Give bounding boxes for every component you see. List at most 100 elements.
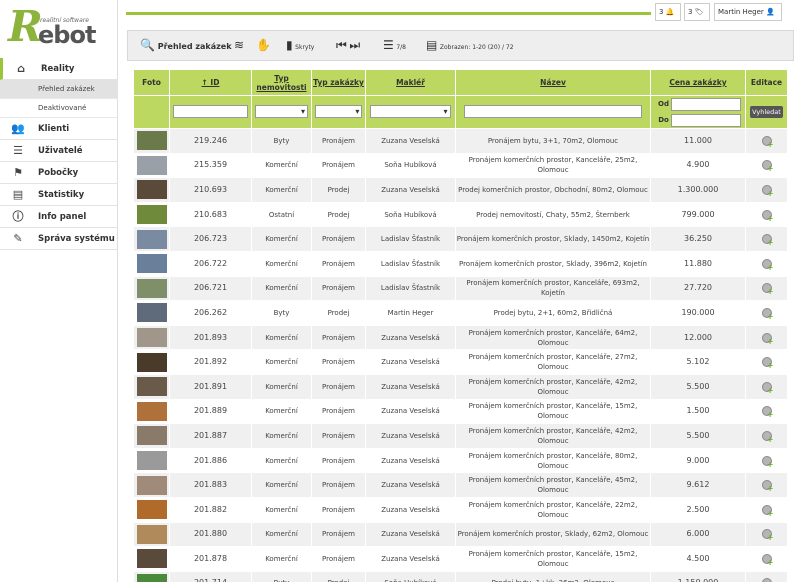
- edit-icon[interactable]: [761, 283, 774, 296]
- sidebar-item-pobocky[interactable]: ⚑ Pobočky: [0, 162, 118, 184]
- user-menu[interactable]: Martin Heger 👤: [714, 3, 782, 21]
- edit-icon[interactable]: [761, 184, 774, 198]
- filter-typ-select[interactable]: [254, 104, 309, 118]
- edit-icon[interactable]: [761, 307, 774, 321]
- cell-photo: [133, 546, 170, 572]
- listing-thumbnail[interactable]: [136, 377, 167, 397]
- listing-thumbnail[interactable]: [136, 524, 167, 544]
- sort-typ-link[interactable]: Typ nemovitosti: [256, 74, 306, 92]
- listing-thumbnail[interactable]: [136, 328, 167, 348]
- edit-icon[interactable]: [761, 578, 772, 582]
- col-header-makler[interactable]: Makléř: [365, 69, 456, 96]
- listing-thumbnail[interactable]: [136, 573, 167, 582]
- notifications-button[interactable]: 3 🔔: [655, 3, 681, 21]
- sidebar-item-sprava[interactable]: ✎ Správa systému: [0, 228, 118, 250]
- sort-cena-link[interactable]: Cena zakázky: [669, 78, 726, 87]
- table-row[interactable]: 210.693 Komerční Prodej Zuzana Veselská Prod…: [133, 177, 788, 203]
- table-row[interactable]: 210.683 Ostatní Prodej Soňa Hubíková Prodej …: [133, 201, 788, 228]
- listing-thumbnail[interactable]: [136, 155, 167, 175]
- col-header-nazev[interactable]: Název: [455, 69, 651, 96]
- price-from-input[interactable]: [670, 97, 741, 111]
- table-row[interactable]: 206.722 Komerční Pronájem Ladislav Šťastník…: [133, 250, 788, 277]
- price-to-input[interactable]: [670, 113, 741, 127]
- table-row[interactable]: 201.889 Komerční Pronájem Zuzana Veselská Pr…: [133, 398, 788, 425]
- table-row[interactable]: 201.892 Komerční Pronájem Zuzana Veselská Pr…: [133, 349, 788, 375]
- table-row[interactable]: 201.878 Komerční Pronájem Zuzana Veselská Pr…: [133, 546, 788, 572]
- edit-icon[interactable]: [761, 480, 774, 493]
- table-row[interactable]: 201.714BytyProdejSoňa HubíkováProdej byt…: [133, 570, 788, 582]
- cell-typ: Komerční: [251, 349, 312, 375]
- fingerprint-icon[interactable]: ✋: [256, 31, 271, 60]
- filter-nazev-input[interactable]: [463, 104, 643, 118]
- filter-id-input[interactable]: [173, 104, 248, 118]
- table-row[interactable]: 219.246 Byty Pronájem Zuzana Veselská Pronáj…: [133, 128, 788, 154]
- table-row[interactable]: 201.893 Komerční Pronájem Zuzana Veselská Pr…: [133, 324, 788, 351]
- col-header-id[interactable]: ↑ ID: [169, 69, 252, 96]
- display-info[interactable]: ▤ Zobrazen: 1-20 (20) / 72: [426, 31, 514, 60]
- listing-thumbnail[interactable]: [136, 254, 167, 274]
- page-indicator[interactable]: ☰ 7/8: [383, 31, 406, 60]
- sidebar-item-uzivatele[interactable]: ☰ Uživatelé: [0, 140, 118, 162]
- table-row[interactable]: 201.882 Komerční Pronájem Zuzana Veselská Pr…: [133, 496, 788, 523]
- table-row[interactable]: 215.359 Komerční Pronájem Soňa Hubíková Pron…: [133, 152, 788, 179]
- logo[interactable]: R realitní software ebot: [8, 5, 108, 50]
- listing-thumbnail[interactable]: [136, 426, 167, 446]
- edit-icon[interactable]: [761, 430, 774, 444]
- edit-icon[interactable]: [761, 234, 774, 247]
- table-row[interactable]: 201.886 Komerční Pronájem Zuzana Veselská Pr…: [133, 447, 788, 474]
- edit-icon[interactable]: [761, 258, 774, 272]
- listing-thumbnail[interactable]: [136, 278, 167, 298]
- edit-icon[interactable]: [761, 529, 774, 542]
- edit-icon[interactable]: [761, 381, 774, 395]
- sidebar-item-reality[interactable]: ⌂ Reality: [0, 58, 118, 80]
- search-button[interactable]: Vyhledat: [750, 106, 783, 118]
- listing-thumbnail[interactable]: [136, 303, 167, 323]
- listing-thumbnail[interactable]: [136, 500, 167, 520]
- edit-icon[interactable]: [761, 160, 774, 173]
- listing-thumbnail[interactable]: [136, 205, 167, 225]
- listing-thumbnail[interactable]: [136, 180, 167, 200]
- edit-icon[interactable]: [761, 406, 774, 419]
- table-row[interactable]: 201.880 Komerční Pronájem Zuzana Veselská Pr…: [133, 521, 788, 548]
- listing-thumbnail[interactable]: [136, 229, 167, 249]
- sort-nazev-link[interactable]: Název: [540, 78, 566, 87]
- sidebar-subitem-prehled[interactable]: Přehled zakázek: [0, 80, 118, 99]
- table-row[interactable]: 201.891 Komerční Pronájem Zuzana Veselská Pr…: [133, 373, 788, 400]
- edit-icon[interactable]: [761, 455, 774, 469]
- prev-page-icon[interactable]: ⏮: [336, 38, 347, 52]
- next-page-icon[interactable]: ⏭: [349, 38, 360, 52]
- sort-id-link[interactable]: ↑ ID: [202, 78, 220, 87]
- col-header-typ-zakazky[interactable]: Typ zakázky: [311, 69, 366, 96]
- edit-icon[interactable]: [761, 553, 774, 567]
- listing-thumbnail[interactable]: [136, 451, 167, 471]
- table-row[interactable]: 201.887 Komerční Pronájem Zuzana Veselská Pr…: [133, 423, 788, 449]
- table-row[interactable]: 206.262 Byty Prodej Martin Heger Prodej bytu…: [133, 300, 788, 326]
- edit-icon[interactable]: [761, 135, 774, 149]
- table-row[interactable]: 201.883 Komerční Pronájem Zuzana Veselská Pr…: [133, 472, 788, 498]
- col-header-typ-nemovitosti[interactable]: Typ nemovitosti: [251, 69, 312, 96]
- tags-button[interactable]: 3 🏷: [684, 3, 710, 21]
- edit-icon[interactable]: [761, 504, 774, 518]
- listing-thumbnail[interactable]: [136, 475, 167, 495]
- sort-makler-link[interactable]: Makléř: [396, 78, 425, 87]
- filter-zakazka-select[interactable]: [314, 104, 363, 118]
- hidden-toggle[interactable]: ▮ Skryty: [286, 31, 314, 60]
- wifi-icon[interactable]: ≋: [234, 31, 244, 60]
- listing-thumbnail[interactable]: [136, 352, 167, 372]
- sidebar-item-statistiky[interactable]: ▤ Statistiky: [0, 184, 118, 206]
- col-header-cena[interactable]: Cena zakázky: [650, 69, 746, 96]
- filter-makler-select[interactable]: [370, 104, 451, 118]
- sidebar-item-klienti[interactable]: 👥 Klienti: [0, 118, 118, 140]
- listing-thumbnail[interactable]: [136, 401, 167, 421]
- edit-icon[interactable]: [761, 357, 774, 370]
- table-row[interactable]: 206.723 Komerční Pronájem Ladislav Šťastník…: [133, 226, 788, 252]
- edit-icon[interactable]: [761, 332, 774, 346]
- sidebar-item-info-panel[interactable]: ⓘ Info panel: [0, 206, 118, 228]
- overview-button[interactable]: 🔍 Přehled zakázek: [140, 31, 232, 60]
- listing-thumbnail[interactable]: [136, 549, 167, 569]
- table-row[interactable]: 206.721 Komerční Pronájem Ladislav Šťastník…: [133, 275, 788, 302]
- sort-zakazka-link[interactable]: Typ zakázky: [313, 78, 364, 87]
- edit-icon[interactable]: [761, 209, 774, 223]
- listing-thumbnail[interactable]: [136, 131, 167, 151]
- sidebar-subitem-deaktivovane[interactable]: Deaktivované: [0, 99, 118, 118]
